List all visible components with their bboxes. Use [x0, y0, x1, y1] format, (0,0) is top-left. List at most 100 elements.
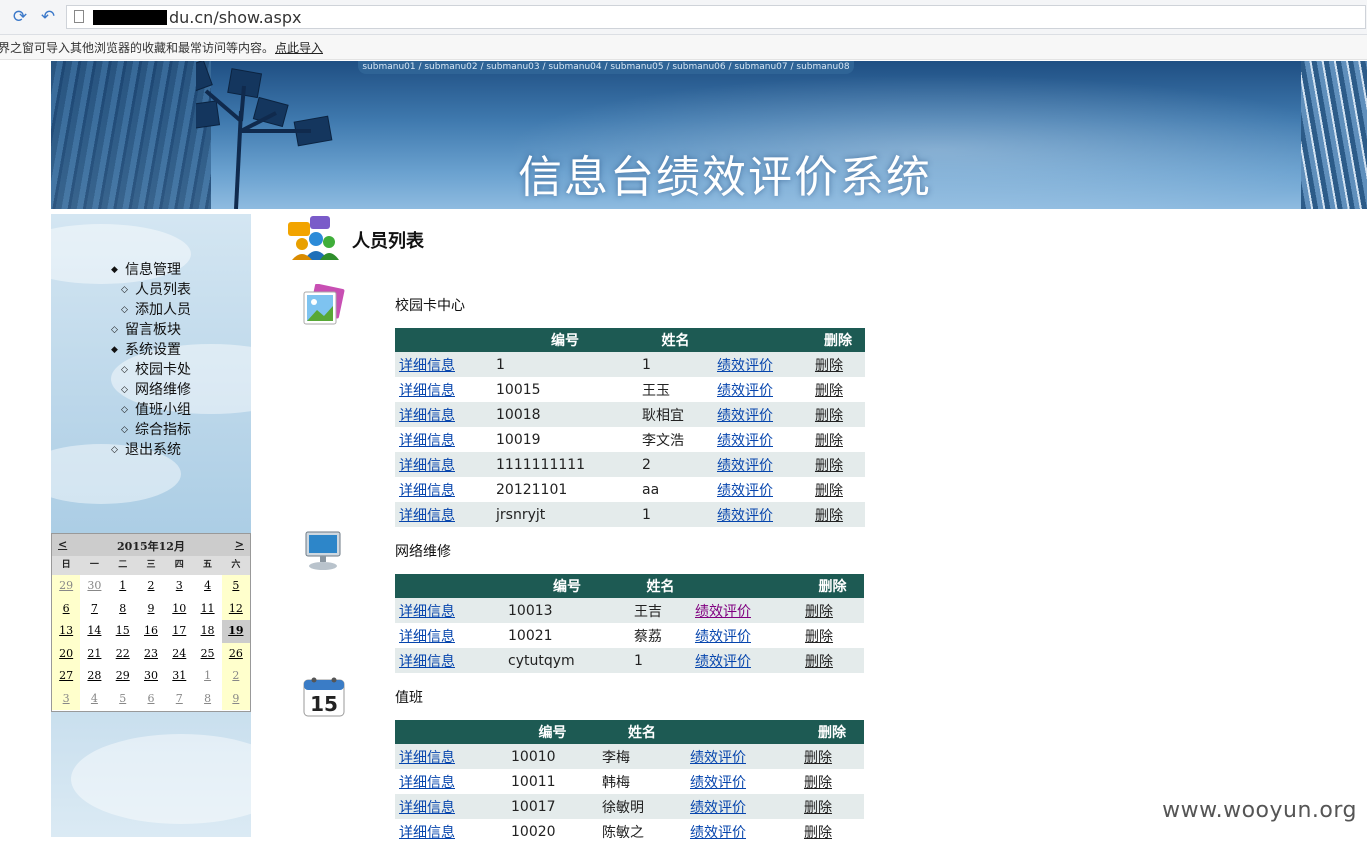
- calendar-day[interactable]: 11: [193, 598, 221, 621]
- detail-link[interactable]: 详细信息: [399, 654, 455, 670]
- detail-link[interactable]: 详细信息: [399, 775, 455, 791]
- nav-item-label[interactable]: 网络维修: [135, 382, 191, 398]
- calendar-day[interactable]: 30: [137, 665, 165, 688]
- calendar-day[interactable]: 23: [137, 643, 165, 666]
- evaluate-link[interactable]: 绩效评价: [690, 825, 746, 841]
- detail-link[interactable]: 详细信息: [399, 825, 455, 841]
- delete-link[interactable]: 删除: [815, 458, 843, 474]
- evaluate-link[interactable]: 绩效评价: [717, 458, 773, 474]
- delete-link[interactable]: 删除: [805, 654, 833, 670]
- calendar-day[interactable]: 4: [193, 575, 221, 598]
- detail-link[interactable]: 详细信息: [399, 458, 455, 474]
- calendar-day[interactable]: 2: [221, 665, 250, 688]
- nav-item-label[interactable]: 校园卡处: [135, 362, 191, 378]
- detail-link[interactable]: 详细信息: [399, 629, 455, 645]
- import-link[interactable]: 点此导入: [275, 39, 323, 56]
- nav-item-label[interactable]: 综合指标: [135, 422, 191, 438]
- nav-item-label[interactable]: 值班小组: [135, 402, 191, 418]
- detail-link[interactable]: 详细信息: [399, 358, 455, 374]
- nav-item-label[interactable]: 退出系统: [125, 442, 181, 458]
- delete-link[interactable]: 删除: [804, 750, 832, 766]
- calendar-day[interactable]: 31: [165, 665, 193, 688]
- delete-link[interactable]: 删除: [804, 825, 832, 841]
- evaluate-link[interactable]: 绩效评价: [695, 654, 751, 670]
- nav-item-label[interactable]: 系统设置: [125, 342, 181, 358]
- detail-link[interactable]: 详细信息: [399, 604, 455, 620]
- nav-item-label[interactable]: 信息管理: [125, 262, 181, 278]
- delete-link[interactable]: 删除: [804, 800, 832, 816]
- calendar-day[interactable]: 24: [165, 643, 193, 666]
- calendar-day[interactable]: 19: [221, 620, 250, 643]
- header-submenu[interactable]: submanu01 / submanu02 / submanu03 / subm…: [358, 61, 854, 74]
- delete-link[interactable]: 删除: [804, 775, 832, 791]
- calendar-day[interactable]: 9: [221, 687, 250, 710]
- calendar-day[interactable]: 22: [109, 643, 137, 666]
- detail-link[interactable]: 详细信息: [399, 408, 455, 424]
- calendar-day[interactable]: 12: [221, 597, 250, 620]
- nav-item-label[interactable]: 添加人员: [135, 302, 191, 318]
- delete-link[interactable]: 删除: [805, 629, 833, 645]
- nav-item[interactable]: ◆ 系统设置: [111, 340, 191, 360]
- delete-link[interactable]: 删除: [815, 483, 843, 499]
- nav-item-label[interactable]: 留言板块: [125, 322, 181, 338]
- evaluate-link[interactable]: 绩效评价: [695, 604, 751, 620]
- url-field[interactable]: du.cn/show.aspx: [66, 5, 1366, 29]
- calendar-day[interactable]: 28: [80, 665, 108, 688]
- delete-link[interactable]: 删除: [815, 358, 843, 374]
- calendar-day[interactable]: 3: [165, 575, 193, 598]
- calendar-day[interactable]: 17: [165, 620, 193, 643]
- evaluate-link[interactable]: 绩效评价: [717, 383, 773, 399]
- calendar-day[interactable]: 2: [137, 575, 165, 598]
- detail-link[interactable]: 详细信息: [399, 750, 455, 766]
- calendar-day[interactable]: 27: [52, 665, 81, 688]
- calendar-day[interactable]: 3: [52, 687, 81, 710]
- delete-link[interactable]: 删除: [815, 433, 843, 449]
- evaluate-link[interactable]: 绩效评价: [717, 433, 773, 449]
- calendar-day[interactable]: 8: [193, 688, 221, 711]
- detail-link[interactable]: 详细信息: [399, 383, 455, 399]
- detail-link[interactable]: 详细信息: [399, 483, 455, 499]
- evaluate-link[interactable]: 绩效评价: [717, 358, 773, 374]
- calendar-day[interactable]: 29: [52, 575, 81, 598]
- calendar-day[interactable]: 5: [221, 575, 250, 598]
- back-icon[interactable]: ↶: [38, 7, 58, 27]
- evaluate-link[interactable]: 绩效评价: [695, 629, 751, 645]
- detail-link[interactable]: 详细信息: [399, 508, 455, 524]
- nav-item[interactable]: ◇ 人员列表: [111, 280, 191, 300]
- calendar-day[interactable]: 29: [109, 665, 137, 688]
- calendar-day[interactable]: 18: [193, 620, 221, 643]
- calendar-day[interactable]: 6: [137, 688, 165, 711]
- calendar-day[interactable]: 1: [193, 665, 221, 688]
- detail-link[interactable]: 详细信息: [399, 800, 455, 816]
- nav-item[interactable]: ◆ 信息管理: [111, 260, 191, 280]
- delete-link[interactable]: 删除: [815, 508, 843, 524]
- evaluate-link[interactable]: 绩效评价: [717, 508, 773, 524]
- calendar-day[interactable]: 13: [52, 620, 81, 643]
- calendar-day[interactable]: 5: [109, 688, 137, 711]
- evaluate-link[interactable]: 绩效评价: [717, 483, 773, 499]
- evaluate-link[interactable]: 绩效评价: [690, 750, 746, 766]
- evaluate-link[interactable]: 绩效评价: [690, 800, 746, 816]
- nav-item[interactable]: ◇ 添加人员: [111, 300, 191, 320]
- refresh-icon[interactable]: ⟳: [10, 7, 30, 27]
- calendar-day[interactable]: 25: [193, 643, 221, 666]
- calendar-day[interactable]: 21: [80, 643, 108, 666]
- calendar-day[interactable]: 7: [80, 598, 108, 621]
- delete-link[interactable]: 删除: [815, 383, 843, 399]
- calendar-day[interactable]: 15: [109, 620, 137, 643]
- calendar-day[interactable]: 14: [80, 620, 108, 643]
- calendar-day[interactable]: 4: [80, 688, 108, 711]
- calendar-day[interactable]: 26: [221, 642, 250, 665]
- calendar-day[interactable]: 16: [137, 620, 165, 643]
- calendar-day[interactable]: 8: [109, 598, 137, 621]
- detail-link[interactable]: 详细信息: [399, 433, 455, 449]
- evaluate-link[interactable]: 绩效评价: [690, 775, 746, 791]
- nav-item[interactable]: ◇ 校园卡处: [111, 360, 191, 380]
- calendar-day[interactable]: 9: [137, 598, 165, 621]
- calendar-day[interactable]: 1: [109, 575, 137, 598]
- calendar-next-month[interactable]: >: [235, 538, 244, 551]
- calendar-day[interactable]: 10: [165, 598, 193, 621]
- evaluate-link[interactable]: 绩效评价: [717, 408, 773, 424]
- delete-link[interactable]: 删除: [805, 604, 833, 620]
- calendar-day[interactable]: 6: [52, 597, 81, 620]
